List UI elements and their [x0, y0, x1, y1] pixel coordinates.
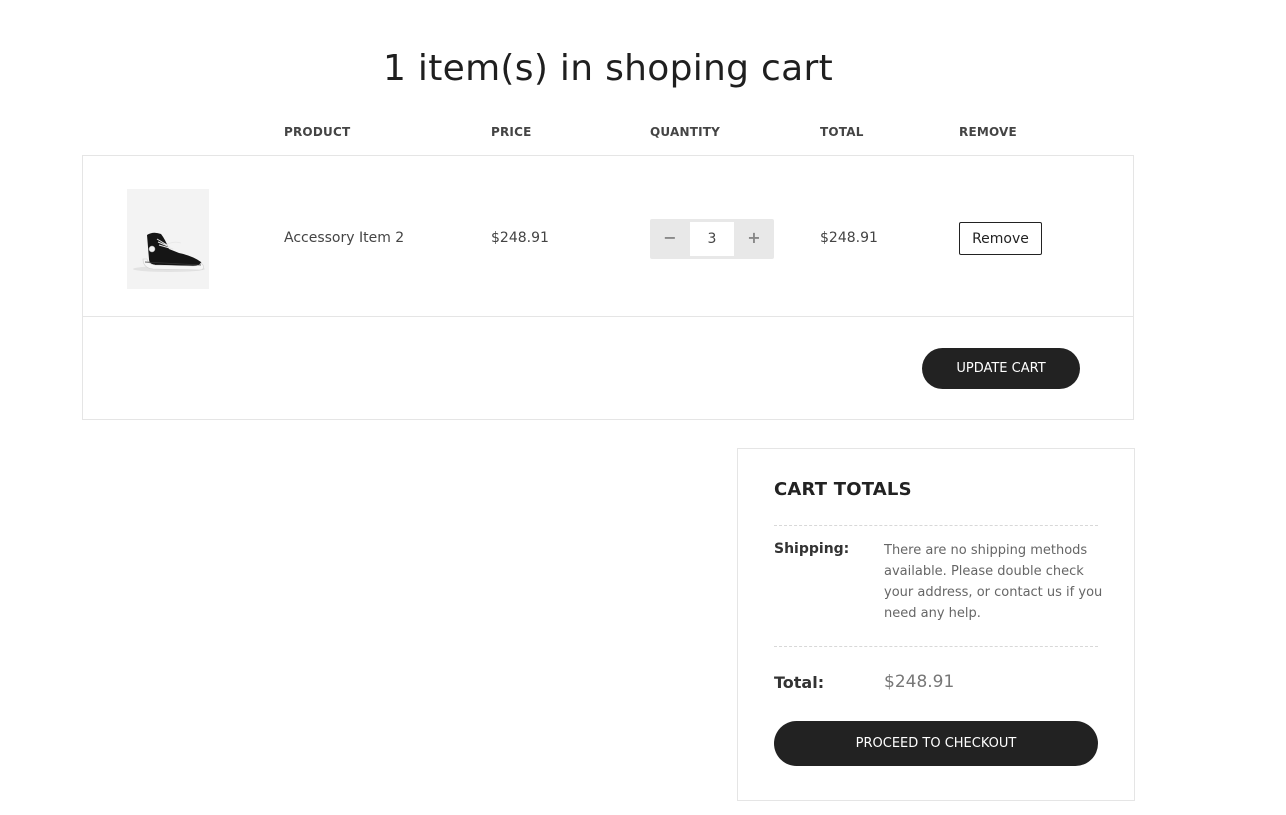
product-name[interactable]: Accessory Item 2	[284, 230, 404, 246]
qty-decrease-button[interactable]: −	[650, 219, 690, 259]
remove-button[interactable]: Remove	[959, 222, 1042, 255]
row-divider	[83, 316, 1133, 317]
shipping-label: Shipping:	[774, 541, 850, 557]
update-cart-button[interactable]: UPDATE CART	[922, 348, 1080, 389]
proceed-to-checkout-button[interactable]: PROCEED TO CHECKOUT	[774, 721, 1098, 766]
page-title: 1 item(s) in shoping cart	[382, 48, 834, 90]
quantity-input[interactable]	[690, 222, 734, 256]
sneaker-icon	[127, 189, 209, 289]
sneaker-image[interactable]	[127, 189, 209, 289]
product-total: $248.91	[820, 230, 878, 246]
cart-table: Accessory Item 2 $248.91 − + $248.91 Rem…	[82, 155, 1134, 420]
cart-totals-panel: CART TOTALS Shipping: There are no shipp…	[737, 448, 1135, 801]
total-value: $248.91	[884, 672, 955, 692]
total-label: Total:	[774, 673, 825, 692]
header-quantity: QUANTITY	[650, 125, 721, 139]
header-remove: REMOVE	[959, 125, 1017, 139]
product-price: $248.91	[491, 230, 549, 246]
cart-totals-title: CART TOTALS	[774, 479, 912, 500]
qty-increase-button[interactable]: +	[734, 219, 774, 259]
shipping-message: There are no shipping methods available.…	[884, 543, 1103, 621]
divider	[774, 646, 1098, 647]
header-total: TOTAL	[820, 125, 864, 139]
header-price: PRICE	[491, 125, 532, 139]
header-product: PRODUCT	[284, 125, 351, 139]
divider	[774, 525, 1098, 526]
quantity-stepper: − +	[650, 219, 774, 259]
